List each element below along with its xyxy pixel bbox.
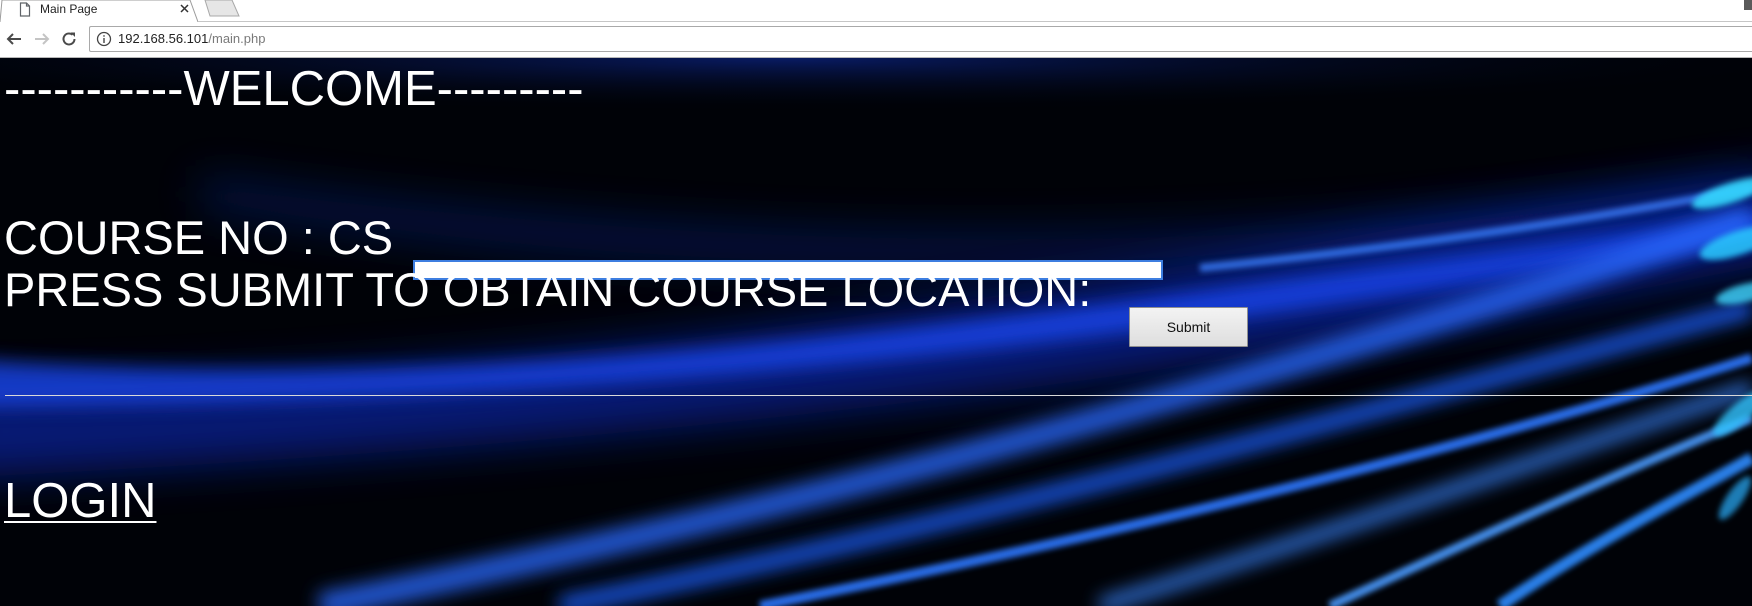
page-content: -----------WELCOME--------- COURSE NO : … bbox=[0, 58, 1752, 606]
window-frame-edge bbox=[1744, 0, 1752, 10]
new-tab-button[interactable] bbox=[204, 0, 240, 18]
tab-main-page[interactable]: Main Page bbox=[0, 0, 198, 22]
submit-prompt-label: PRESS SUBMIT TO OBTAIN COURSE LOCATION: bbox=[4, 263, 1092, 316]
url-text[interactable]: 192.168.56.101/main.php bbox=[118, 30, 265, 47]
submit-button[interactable]: Submit bbox=[1129, 307, 1248, 347]
browser-window: Main Page 192.168.56.101/main.php ------… bbox=[0, 0, 1752, 606]
url-host: 192.168.56.101 bbox=[118, 31, 209, 46]
horizontal-divider bbox=[5, 395, 1752, 396]
login-link[interactable]: LOGIN bbox=[4, 473, 156, 529]
arrow-left-icon[interactable] bbox=[5, 30, 23, 48]
tab-title: Main Page bbox=[40, 2, 98, 16]
browser-toolbar: 192.168.56.101/main.php bbox=[0, 22, 1752, 58]
address-bar[interactable]: 192.168.56.101/main.php bbox=[89, 26, 1752, 52]
url-path: /main.php bbox=[208, 31, 266, 46]
welcome-heading: -----------WELCOME--------- bbox=[4, 62, 584, 116]
course-number-label: COURSE NO : CS bbox=[4, 211, 394, 264]
background-light-streaks bbox=[0, 58, 1752, 606]
info-icon[interactable] bbox=[96, 31, 112, 47]
arrow-right-icon[interactable] bbox=[33, 30, 51, 48]
tab-strip: Main Page bbox=[0, 0, 1752, 22]
document-icon bbox=[19, 2, 31, 17]
close-icon[interactable] bbox=[178, 2, 191, 15]
reload-icon[interactable] bbox=[60, 30, 78, 48]
